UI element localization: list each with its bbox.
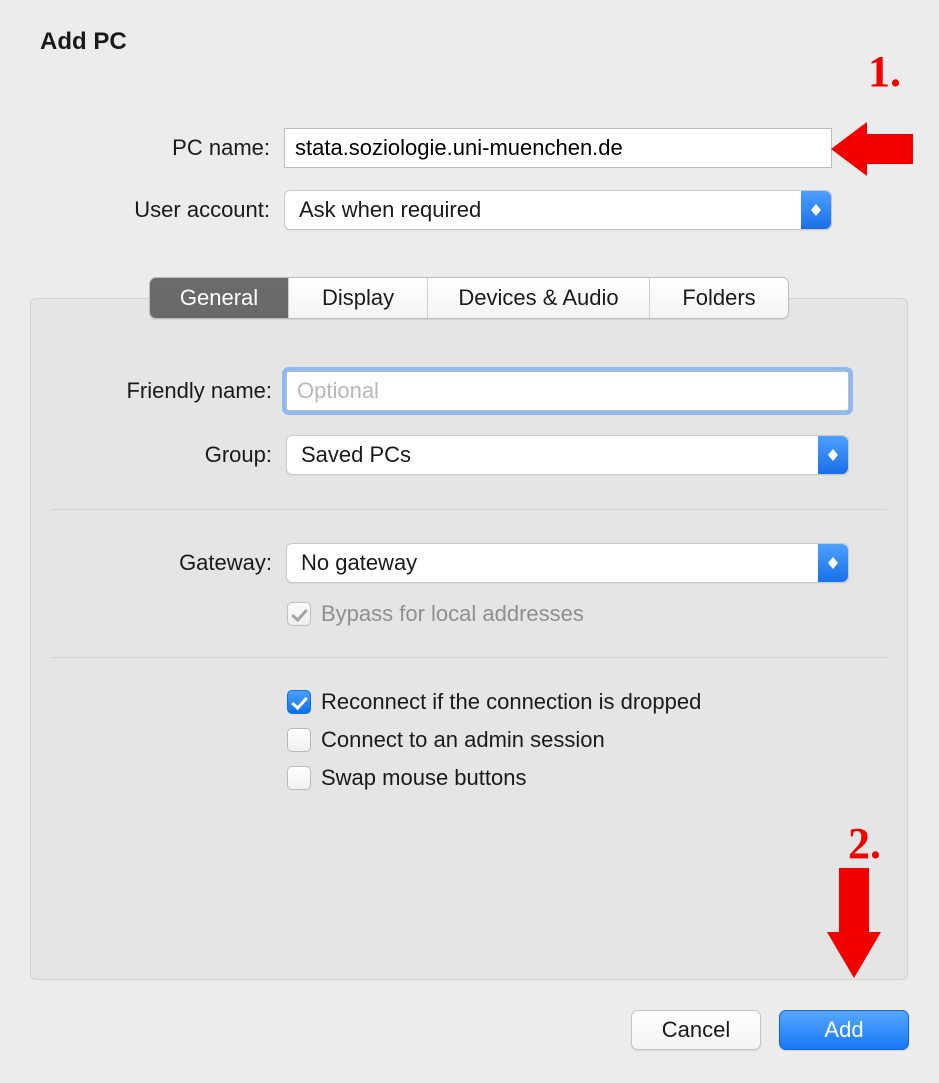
pc-name-label: PC name: (24, 135, 284, 161)
bypass-checkbox (287, 602, 311, 626)
gateway-label: Gateway: (51, 550, 286, 576)
chevron-up-down-icon (818, 544, 848, 582)
arrow-right-icon (831, 122, 913, 176)
dialog-title: Add PC (40, 28, 127, 56)
chevron-up-down-icon (801, 191, 831, 229)
tab-folders[interactable]: Folders (650, 278, 788, 318)
arrow-down-icon (827, 868, 881, 978)
annotation-1: 1. (868, 46, 901, 97)
divider (51, 509, 887, 510)
add-button[interactable]: Add (779, 1010, 909, 1050)
admin-session-checkbox[interactable] (287, 728, 311, 752)
friendly-name-label: Friendly name: (51, 378, 286, 404)
cancel-button[interactable]: Cancel (631, 1010, 761, 1050)
pc-name-input[interactable] (284, 128, 832, 168)
swap-mouse-checkbox[interactable] (287, 766, 311, 790)
tab-devices-audio[interactable]: Devices & Audio (428, 278, 650, 318)
group-label: Group: (51, 442, 286, 468)
user-account-select[interactable]: Ask when required (284, 190, 832, 230)
annotation-2: 2. (848, 818, 881, 869)
settings-tabs: General Display Devices & Audio Folders (149, 277, 789, 319)
group-select[interactable]: Saved PCs (286, 435, 849, 475)
settings-panel: General Display Devices & Audio Folders … (30, 298, 908, 980)
tab-general[interactable]: General (150, 278, 289, 318)
user-account-value: Ask when required (299, 197, 481, 223)
admin-session-label: Connect to an admin session (321, 727, 605, 753)
gateway-select[interactable]: No gateway (286, 543, 849, 583)
chevron-up-down-icon (818, 436, 848, 474)
swap-mouse-label: Swap mouse buttons (321, 765, 526, 791)
gateway-value: No gateway (301, 550, 417, 576)
bypass-label: Bypass for local addresses (321, 601, 584, 627)
group-value: Saved PCs (301, 442, 411, 468)
reconnect-label: Reconnect if the connection is dropped (321, 689, 701, 715)
friendly-name-input[interactable] (286, 371, 849, 411)
divider (51, 657, 887, 658)
tab-display[interactable]: Display (289, 278, 428, 318)
reconnect-checkbox[interactable] (287, 690, 311, 714)
user-account-label: User account: (24, 197, 284, 223)
